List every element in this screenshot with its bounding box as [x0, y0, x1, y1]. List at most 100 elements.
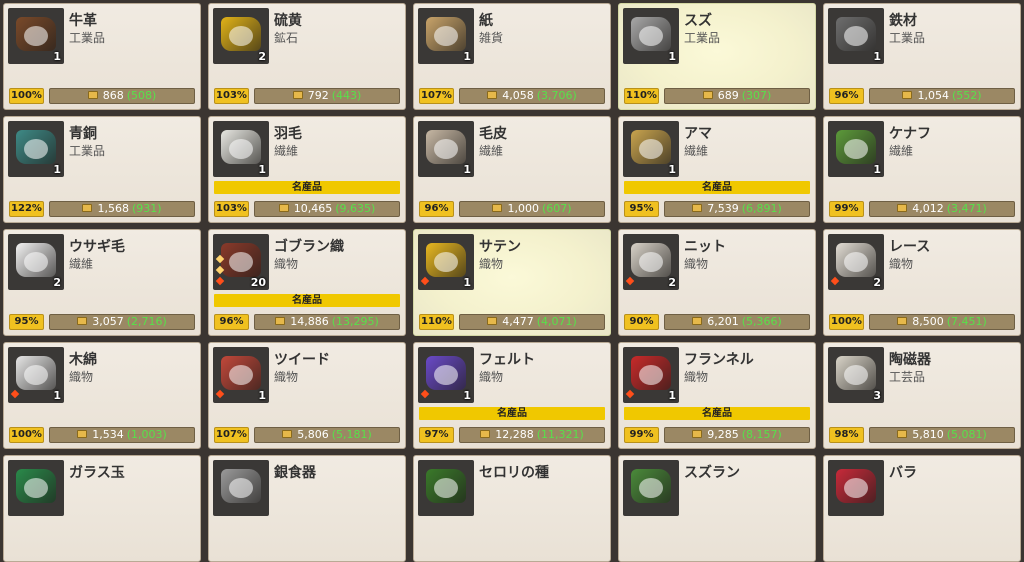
price-box: 7,539 (6,891) — [664, 201, 810, 217]
item-name: ガラス玉 — [69, 465, 125, 481]
base-price: (552) — [951, 89, 982, 102]
item-card[interactable]: 銀食器 — [208, 455, 406, 562]
item-card[interactable]: 1 フェルト 織物 名産品 97% 12,288 (11,321) — [413, 342, 611, 449]
item-quantity: 1 — [258, 389, 266, 402]
item-category: 織物 — [684, 370, 709, 384]
rarity-gem-icon — [420, 276, 430, 286]
item-quantity: 1 — [668, 163, 676, 176]
base-price: (4,071) — [536, 315, 577, 328]
item-name: サテン — [479, 239, 521, 255]
item-card[interactable]: 1 羽毛 繊維 名産品 103% 10,465 (9,635) — [208, 116, 406, 223]
item-name: アマ — [684, 126, 712, 142]
item-icon: 1 — [623, 121, 679, 177]
coin-icon — [82, 204, 93, 212]
price-percent-badge: 96% — [419, 201, 454, 217]
base-price: (2,716) — [126, 315, 167, 328]
item-card[interactable]: 1 アマ 繊維 名産品 95% 7,539 (6,891) — [618, 116, 816, 223]
item-card[interactable]: 20 ゴブラン織 織物 名産品 96% 14,886 (13,295) — [208, 229, 406, 336]
price-box: 1,568 (931) — [49, 201, 195, 217]
sell-price: 1,534 — [92, 428, 124, 441]
item-image-highlight — [639, 478, 663, 498]
item-card[interactable]: 2 ウサギ毛 繊維 95% 3,057 (2,716) — [3, 229, 201, 336]
item-image-highlight — [639, 252, 663, 272]
item-image-highlight — [229, 26, 253, 46]
item-quantity: 1 — [53, 389, 61, 402]
item-card[interactable]: 1 サテン 織物 110% 4,477 (4,071) — [413, 229, 611, 336]
item-name: 鉄材 — [889, 13, 917, 29]
base-price: (11,321) — [536, 428, 584, 441]
item-quantity: 2 — [53, 276, 61, 289]
coin-icon — [492, 204, 503, 212]
item-card[interactable]: 1 毛皮 繊維 96% 1,000 (607) — [413, 116, 611, 223]
price-box: 5,810 (5,081) — [869, 427, 1015, 443]
item-card[interactable]: 1 スズ 工業品 110% 689 (307) — [618, 3, 816, 110]
item-card[interactable]: 2 ニット 織物 90% 6,201 (5,366) — [618, 229, 816, 336]
base-price: (6,891) — [741, 202, 782, 215]
sell-price: 14,886 — [290, 315, 329, 328]
item-category: 雑貨 — [479, 31, 504, 45]
item-card[interactable]: 1 青銅 工業品 122% 1,568 (931) — [3, 116, 201, 223]
sell-price: 689 — [717, 89, 739, 102]
item-image-highlight — [434, 252, 458, 272]
item-card[interactable]: バラ — [823, 455, 1021, 562]
item-category: 鉱石 — [274, 31, 299, 45]
item-category: 織物 — [889, 257, 914, 271]
price-box: 1,534 (1,003) — [49, 427, 195, 443]
item-card[interactable]: 1 ケナフ 繊維 99% 4,012 (3,471) — [823, 116, 1021, 223]
item-image-highlight — [434, 139, 458, 159]
specialty-badge: 名産品 — [624, 181, 810, 194]
item-category: 繊維 — [889, 144, 914, 158]
item-image-highlight — [434, 365, 458, 385]
item-card[interactable]: 3 陶磁器 工芸品 98% 5,810 (5,081) — [823, 342, 1021, 449]
base-price: (508) — [126, 89, 157, 102]
price-box: 4,012 (3,471) — [869, 201, 1015, 217]
item-image-highlight — [24, 252, 48, 272]
item-card[interactable]: ガラス玉 — [3, 455, 201, 562]
base-price: (607) — [541, 202, 572, 215]
base-price: (307) — [741, 89, 772, 102]
item-card[interactable]: 1 ツイード 織物 107% 5,806 (5,181) — [208, 342, 406, 449]
item-quantity: 1 — [873, 163, 881, 176]
item-card[interactable]: スズラン — [618, 455, 816, 562]
coin-icon — [292, 91, 303, 99]
item-icon: 1 — [8, 347, 64, 403]
base-price: (5,366) — [741, 315, 782, 328]
sell-price: 4,477 — [502, 315, 534, 328]
rarity-gem-icon — [625, 276, 635, 286]
coin-icon — [487, 317, 498, 325]
item-quantity: 1 — [873, 50, 881, 63]
specialty-badge: 名産品 — [624, 407, 810, 420]
price-percent-badge: 99% — [829, 201, 864, 217]
item-icon: 1 — [213, 347, 269, 403]
item-card[interactable]: 1 フランネル 織物 名産品 99% 9,285 (8,157) — [618, 342, 816, 449]
sell-price: 4,012 — [912, 202, 944, 215]
item-card[interactable]: 1 鉄材 工業品 96% 1,054 (552) — [823, 3, 1021, 110]
item-icon — [418, 460, 474, 516]
sell-price: 6,201 — [707, 315, 739, 328]
item-card[interactable]: 2 レース 織物 100% 8,500 (7,451) — [823, 229, 1021, 336]
item-name: スズラン — [684, 465, 740, 481]
item-card[interactable]: 1 紙雑貨 107% 4,058 (3,706) — [413, 3, 611, 110]
item-quantity: 1 — [463, 389, 471, 402]
item-icon — [213, 460, 269, 516]
item-card[interactable]: セロリの種 — [413, 455, 611, 562]
price-box: 8,500 (7,451) — [869, 314, 1015, 330]
item-category: 織物 — [69, 370, 94, 384]
item-card[interactable]: 2 硫黄 鉱石 103% 792 (443) — [208, 3, 406, 110]
base-price: (3,706) — [536, 89, 577, 102]
rarity-gem-icon — [625, 389, 635, 399]
item-category: 織物 — [479, 370, 504, 384]
base-price: (931) — [131, 202, 162, 215]
item-quantity: 1 — [53, 163, 61, 176]
item-quantity: 1 — [463, 50, 471, 63]
item-card[interactable]: 1 木綿 織物 100% 1,534 (1,003) — [3, 342, 201, 449]
item-card[interactable]: 1 牛革 工業品 100% 868 (508) — [3, 3, 201, 110]
base-price: (5,081) — [946, 428, 987, 441]
item-name: レース — [889, 239, 931, 255]
sell-price: 1,054 — [917, 89, 949, 102]
sell-price: 10,465 — [293, 202, 333, 215]
item-icon: 20 — [213, 234, 269, 290]
coin-icon — [77, 430, 88, 438]
base-price: (13,295) — [331, 315, 379, 328]
item-image-highlight — [639, 365, 663, 385]
